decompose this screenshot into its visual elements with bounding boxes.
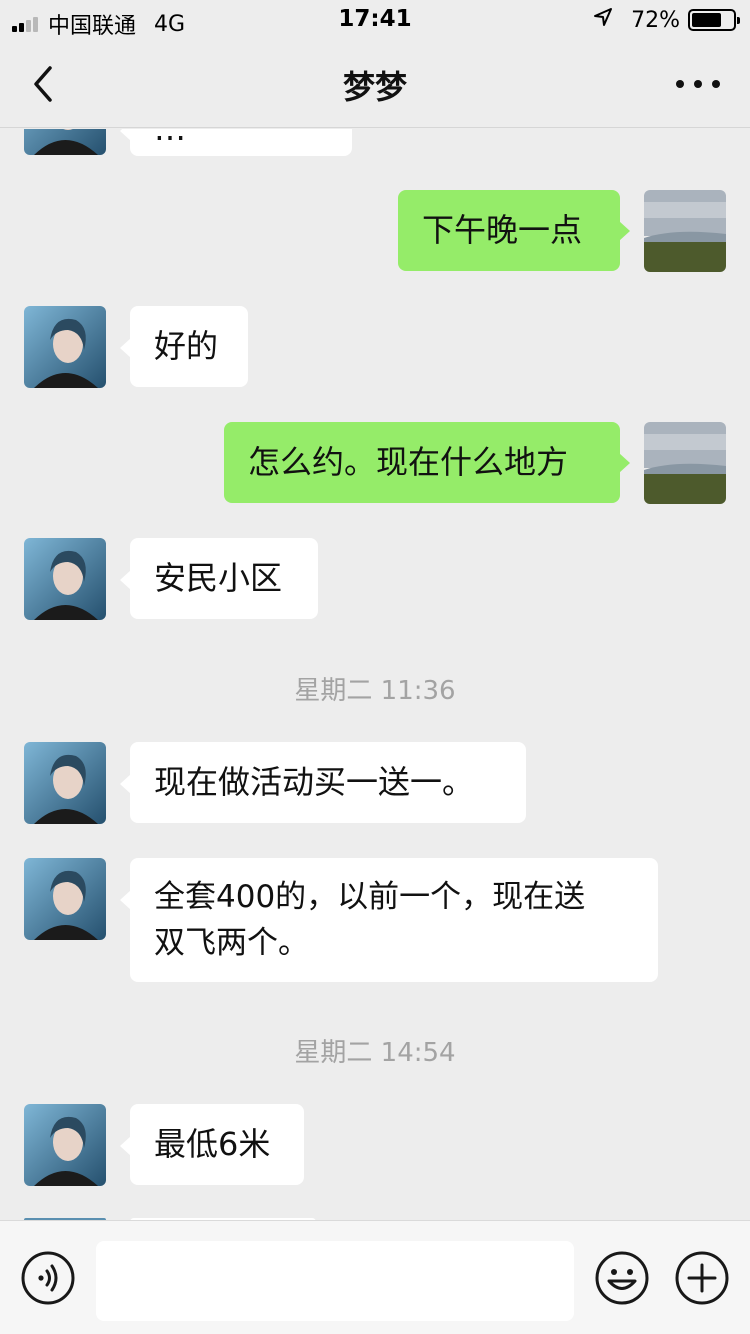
battery-fill [692,13,721,27]
message-bubble-incoming[interactable]: 全套400的，以前一个，现在送 双飞两个。 [120,858,658,982]
emoji-icon [595,1251,649,1305]
chat-timestamp: 星期二 14:54 [294,1038,456,1068]
emoji-button[interactable] [594,1250,650,1306]
nav-bar: 梦梦 [0,40,750,128]
plus-icon [675,1251,729,1305]
more-dot [712,80,720,88]
chat-title: 梦梦 [342,68,407,106]
more-button[interactable] [676,68,720,100]
input-bar [0,1220,750,1334]
plus-button[interactable] [674,1250,730,1306]
chat-area[interactable]: … 下午晚一点 好的 怎么约。现在什么地方 安民小区 星期二 11:36 现在做… [0,129,750,1220]
my-avatar[interactable] [644,190,726,272]
more-dot [676,80,684,88]
chat-timestamp: 星期二 11:36 [294,676,456,706]
my-avatar[interactable] [644,422,726,504]
location-arrow-icon [593,7,613,33]
message-bubble-incoming[interactable]: 最低6米 [120,1104,304,1185]
message-bubble-incoming[interactable]: 安民小区 [120,538,318,619]
voice-icon [21,1251,75,1305]
battery-icon [688,9,740,31]
contact-avatar[interactable] [24,306,106,388]
contact-avatar[interactable] [24,858,106,940]
status-right: 72% [593,7,740,33]
contact-avatar[interactable] [24,742,106,824]
message-bubble-outgoing[interactable]: 下午晚一点 [398,190,630,271]
status-bar: 中国联通 4G 17:41 72% [0,0,750,40]
message-bubble-incoming[interactable]: 好的 [120,306,248,387]
message-input[interactable] [96,1241,574,1321]
contact-avatar[interactable] [24,538,106,620]
contact-avatar[interactable] [24,129,106,155]
message-bubble-outgoing[interactable]: 怎么约。现在什么地方 [224,422,630,503]
message-bubble-incoming[interactable]: … [120,129,352,156]
voice-button[interactable] [20,1250,76,1306]
contact-avatar[interactable] [24,1104,106,1186]
message-bubble-incoming[interactable]: 现在做活动买一送一。 [120,742,526,823]
battery-percent: 72% [631,7,680,33]
more-dot [694,80,702,88]
